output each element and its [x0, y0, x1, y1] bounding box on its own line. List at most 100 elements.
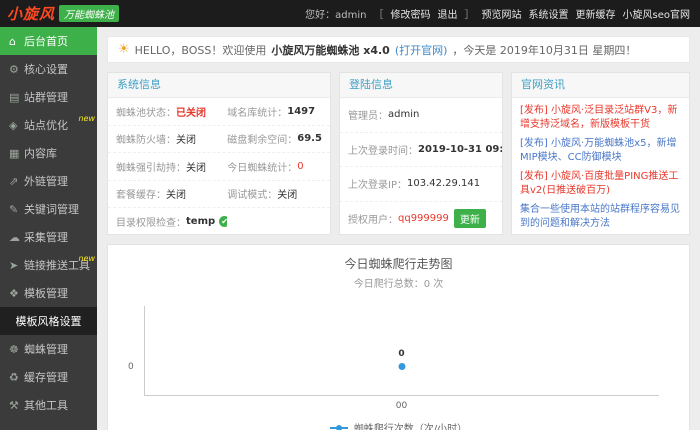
sidebar: ⌂ 后台首页 ⚙ 核心设置 ▤ 站群管理 ◈ 站点优化 new ▦ 内容库 ⇗ 外链管理 ✎ 关键词管理 ☁ 采… [0, 27, 97, 430]
bracket-right: ］ [464, 10, 475, 21]
refresh-cache-link[interactable]: 更新缓存 [576, 6, 616, 21]
logo-badge: 万能蜘蛛池 [59, 5, 120, 22]
system-info-cell: 今日蜘蛛统计： 0 [227, 159, 322, 174]
info-label: 管理员： [348, 111, 388, 123]
info-value: 已关闭 [176, 107, 206, 119]
sidebar-item-label: 缓存管理 [24, 371, 68, 384]
news-item-link[interactable]: 集合一些使用本站的站群程序容易见到的问题和解决方法 [520, 203, 681, 231]
collect-icon: ☁ [9, 230, 20, 244]
spider-icon: ☸ [9, 342, 19, 356]
info-value: 关闭 [186, 162, 206, 174]
sidebar-item-label: 模板管理 [24, 287, 68, 300]
sun-icon: ☀ [118, 42, 130, 57]
sidebar-item-label: 后台首页 [24, 35, 68, 48]
info-value: 1497 [287, 105, 316, 117]
system-info-cell: 蜘蛛强引劫持： 关闭 [116, 159, 227, 174]
home-icon: ⌂ [9, 34, 16, 48]
greeting-text: 您好：admin [305, 10, 367, 21]
info-value: 关闭 [176, 135, 196, 147]
chart-title: 今日蜘蛛爬行走势图 [344, 257, 453, 271]
logout-link[interactable]: 退出 [438, 6, 458, 21]
news-item-link[interactable]: [发布] 小旋风·万能蜘蛛池x5，新增MIP模块、CC防御模块 [520, 137, 681, 165]
info-value: 69.54 GB [297, 133, 322, 145]
news-item-link[interactable]: [发布] 小旋风·泛目录泛站群V3，新增支持泛域名，新版模板干货 [520, 104, 681, 132]
info-label: 目录权限检查： [116, 217, 186, 229]
change-password-link[interactable]: 修改密码 [391, 6, 431, 21]
login-info-row: 管理员： admin [340, 98, 502, 133]
preview-site-link[interactable]: 预览网站 [482, 6, 522, 21]
header-links: 您好：admin ［ 修改密码 退出 ］ 预览网站 系统设置 更新缓存 小旋风s… [305, 6, 690, 21]
app-window: 小旋风 万能蜘蛛池 您好：admin ［ 修改密码 退出 ］ 预览网站 系统设置… [0, 0, 700, 430]
sidebar-item[interactable]: ❖ 模板管理 [0, 279, 97, 307]
system-info-cell: 磁盘剩余空间：69.54 GB [227, 131, 322, 146]
chart-panel: 今日蜘蛛爬行走势图 今日爬行总数：0 次 0 0 00 蜘蛛爬行次数（次/小时） [107, 244, 690, 430]
check-icon: ✔ [219, 215, 228, 227]
dashboard-panels: 系统信息 蜘蛛池状态： 已关闭 域名库统计： 1497 蜘蛛防火墙： 关闭 磁盘剩余空间： 6… [107, 72, 690, 235]
sidebar-item[interactable]: ✎ 关键词管理 [0, 195, 97, 223]
info-label: 授权用户： [348, 214, 398, 226]
info-label: 上次登录时间： [348, 145, 418, 157]
login-info-row: 上次登录IP： 103.42.29.141 [340, 167, 502, 202]
sidebar-item-label: 站群管理 [24, 91, 68, 104]
login-info-title: 登陆信息 [340, 73, 502, 98]
optimize-icon: ◈ [9, 118, 18, 132]
welcome-bar: ☀ HELLO，BOSS！欢迎使用 小旋风万能蜘蛛池 x4.0 (打开官网) ，… [107, 36, 690, 63]
open-official-site-link[interactable]: (打开官网) [395, 42, 448, 58]
sidebar-item[interactable]: ⌂ 后台首页 [0, 27, 97, 55]
sidebar-item[interactable]: ⚒ 其他工具 [0, 391, 97, 419]
sidebar-item[interactable]: ☸ 蜘蛛管理 [0, 335, 97, 363]
sidebar-menu: ⌂ 后台首页 ⚙ 核心设置 ▤ 站群管理 ◈ 站点优化 new ▦ 内容库 ⇗ 外链管理 ✎ 关键词管理 ☁ 采… [0, 27, 97, 419]
system-info-cell: 蜘蛛池状态： 已关闭 [116, 104, 227, 119]
bracket-left: ［ [373, 10, 384, 21]
sidebar-item-label: 蜘蛛管理 [24, 343, 68, 356]
system-info-body: 蜘蛛池状态：已关闭域名库统计：1497蜘蛛防火墙：关闭磁盘剩余空间：69.54 … [108, 98, 330, 234]
news-item-link[interactable]: [发布] 小旋风·百度批量PING推送工具v2(日推送破百万) [520, 170, 681, 198]
login-info-row: 上次登录时间：2019-10-31 09:59 [340, 133, 502, 167]
content-library-icon: ▦ [9, 146, 20, 160]
sidebar-item[interactable]: ♻ 缓存管理 [0, 363, 97, 391]
welcome-text-suffix: ，今天是 2019年10月31日 星期四！ [452, 43, 637, 57]
legend-label: 蜘蛛爬行次数（次/小时） [353, 424, 468, 430]
sidebar-item[interactable]: ▦ 内容库 [0, 139, 97, 167]
info-label: 套餐缓存： [116, 190, 166, 202]
system-info-row: 蜘蛛强引劫持： 关闭 今日蜘蛛统计： 0 [108, 153, 330, 181]
sidebar-item-label: 站点优化 [24, 119, 68, 132]
info-label: 今日蜘蛛统计： [227, 162, 298, 174]
sidebar-item[interactable]: ⚙ 核心设置 [0, 55, 97, 83]
site-group-icon: ▤ [9, 90, 20, 104]
chart-subtitle: 今日爬行总数：0 次 [353, 279, 444, 290]
x-axis-tick: 00 [395, 401, 408, 411]
info-label: 磁盘剩余空间： [227, 135, 298, 147]
system-settings-link[interactable]: 系统设置 [529, 6, 569, 21]
sidebar-item[interactable]: ⇗ 外链管理 [0, 167, 97, 195]
link-push-icon: ➤ [9, 258, 19, 272]
info-label: 蜘蛛防火墙： [116, 135, 176, 147]
update-button[interactable]: 更新 [453, 208, 486, 228]
template-icon: ❖ [9, 286, 19, 300]
new-badge: new [78, 254, 95, 263]
top-header: 小旋风 万能蜘蛛池 您好：admin ［ 修改密码 退出 ］ 预览网站 系统设置… [0, 0, 700, 27]
sidebar-item[interactable]: 模板风格设置 [0, 307, 97, 335]
welcome-text-prefix: HELLO，BOSS！欢迎使用 [134, 43, 267, 57]
info-label: 上次登录IP： [348, 180, 407, 192]
sidebar-item[interactable]: ▤ 站群管理 [0, 83, 97, 111]
system-info-cell: 套餐缓存： 关闭 [116, 186, 227, 201]
data-point-marker [398, 363, 405, 370]
sidebar-item[interactable]: ◈ 站点优化 new [0, 111, 97, 139]
info-value: admin [388, 109, 420, 121]
system-info-row: 套餐缓存： 关闭 调试模式： 关闭 [108, 181, 330, 208]
logo: 小旋风 万能蜘蛛池 [7, 3, 120, 24]
sidebar-item[interactable]: ➤ 链接推送工具 new [0, 251, 97, 279]
chart-legend[interactable]: 蜘蛛爬行次数（次/小时） [108, 420, 689, 430]
login-info-row: 授权用户： qq999999 更新 [340, 202, 502, 235]
news-list: [发布] 小旋风·泛目录泛站群V3，新增支持泛域名，新版模板干货 [发布] 小旋风… [512, 98, 689, 234]
sidebar-item[interactable]: ☁ 采集管理 [0, 223, 97, 251]
sidebar-item-label: 关键词管理 [24, 203, 79, 216]
sidebar-item-label: 采集管理 [24, 231, 68, 244]
system-info-row: 蜘蛛池状态： 已关闭 域名库统计： 1497 [108, 98, 330, 126]
system-info-row: 目录权限检查：temp✔ [108, 208, 330, 234]
info-label: 蜘蛛池状态： [116, 107, 176, 119]
sidebar-item-label: 外链管理 [24, 175, 68, 188]
new-badge: new [78, 114, 95, 123]
official-site-link[interactable]: 小旋风seo官网 [623, 6, 690, 21]
